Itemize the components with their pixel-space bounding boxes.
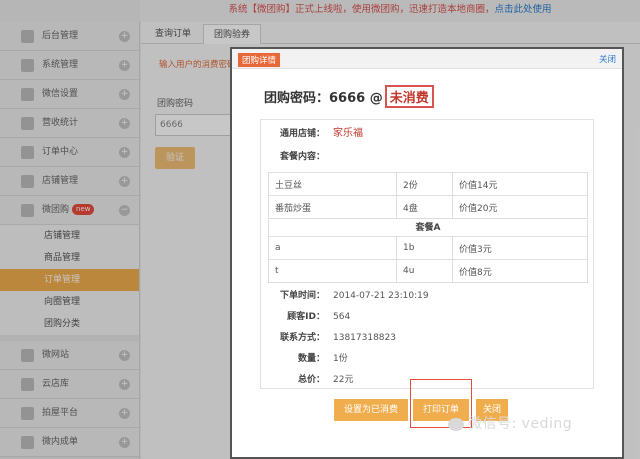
detail-value: 13817318823 (333, 333, 396, 343)
table-row: 土豆丝 2份 价值14元 (268, 172, 588, 196)
order-detail-card: 通用店铺： 家乐福 套餐内容： 土豆丝 2份 价值14元 番茄炒蛋 4盘 价值2… (260, 119, 594, 389)
package-label: 套餐内容： (279, 152, 325, 162)
package-items-table: 土豆丝 2份 价值14元 番茄炒蛋 4盘 价值20元 (268, 172, 588, 219)
detail-value: 22元 (333, 375, 354, 385)
table-row: t 4u 价值8元 (268, 259, 588, 283)
shop-value: 家乐福 (333, 128, 363, 139)
order-time-row: 下单时间： 2014-07-21 23:10:19 (261, 288, 593, 304)
item-name: t (268, 259, 397, 283)
package-a-title: 套餐A (268, 220, 588, 236)
item-price: 价值20元 (452, 195, 588, 219)
contact-row: 联系方式： 13817318823 (261, 330, 593, 346)
order-detail-modal: 团购详情 关闭 团购密码：6666 @ 未消费 通用店铺： 家乐福 套餐内容： 土… (230, 47, 624, 459)
detail-label: 下单时间： (279, 291, 325, 301)
detail-value: 2014-07-21 23:10:19 (333, 291, 429, 301)
modal-close-link[interactable]: 关闭 (599, 53, 616, 65)
table-row: 番茄炒蛋 4盘 价值20元 (268, 195, 588, 219)
customer-id-row: 顾客ID： 564 (261, 309, 593, 325)
item-name: 土豆丝 (268, 172, 397, 196)
detail-label: 数量： (297, 354, 325, 364)
item-name: 番茄炒蛋 (268, 195, 397, 219)
package-row: 套餐内容： (261, 149, 593, 165)
detail-label: 联系方式： (279, 333, 325, 343)
item-price: 价值3元 (452, 236, 588, 260)
table-row: a 1b 价值3元 (268, 236, 588, 260)
item-qty: 1b (396, 236, 453, 260)
item-name: a (268, 236, 397, 260)
detail-value: 1份 (333, 354, 348, 364)
mark-consumed-button[interactable]: 设置为已消费 (334, 399, 408, 421)
modal-title: 团购详情 (238, 53, 281, 67)
item-price: 价值14元 (452, 172, 588, 196)
shop-row: 通用店铺： 家乐福 (261, 126, 593, 142)
watermark: 微信号: veding (448, 413, 572, 433)
modal-header: 团购详情 关闭 (232, 49, 622, 69)
item-price: 价值8元 (452, 259, 588, 283)
coupon-code-line: 团购密码：6666 @ 未消费 (264, 85, 434, 108)
status-badge: 未消费 (384, 85, 434, 108)
item-qty: 4u (396, 259, 453, 283)
shop-label: 通用店铺： (279, 129, 325, 139)
quantity-row: 数量： 1份 (261, 351, 593, 367)
coupon-code: 团购密码：6666 @ (264, 91, 383, 106)
detail-label: 顾客ID： (287, 312, 325, 322)
item-qty: 2份 (396, 172, 453, 196)
watermark-text: 微信号: veding (468, 416, 573, 432)
detail-label: 总价： (297, 375, 325, 385)
detail-value: 564 (333, 312, 351, 322)
package-a-table: a 1b 价值3元 t 4u 价值8元 (268, 236, 588, 283)
wechat-icon (448, 417, 464, 431)
item-qty: 4盘 (396, 195, 453, 219)
